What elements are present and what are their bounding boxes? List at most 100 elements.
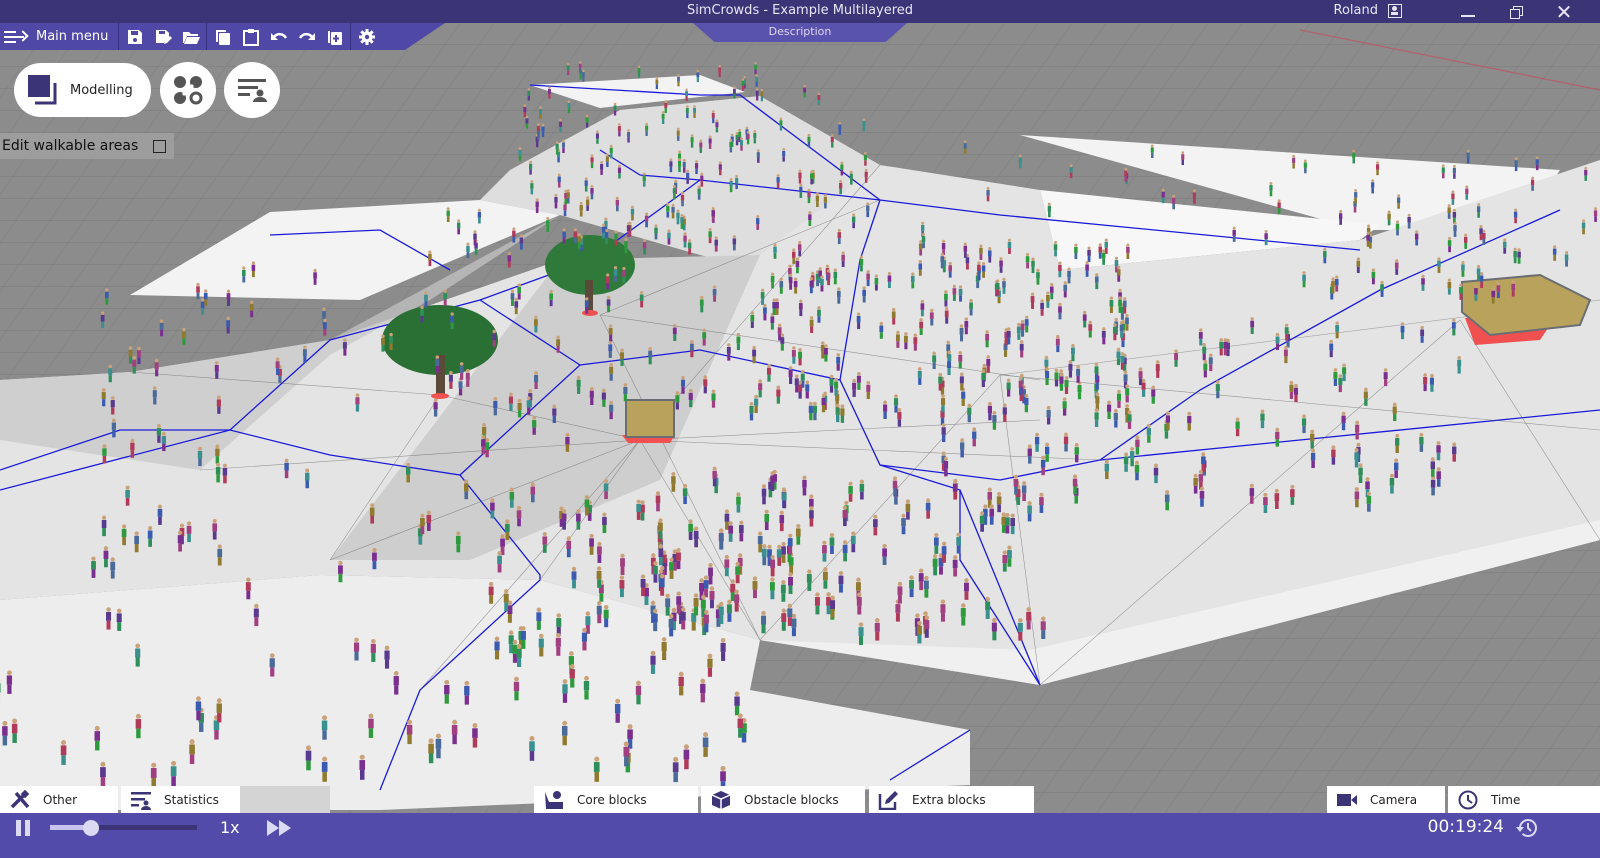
agent <box>729 138 733 153</box>
agent <box>1010 513 1015 535</box>
agent <box>882 543 887 565</box>
agent <box>874 274 879 291</box>
agent <box>754 62 757 75</box>
agent <box>807 133 811 148</box>
agent <box>581 627 588 651</box>
paste-button[interactable] <box>241 27 260 46</box>
description-tab[interactable]: Description <box>693 23 907 42</box>
tab-core-blocks[interactable]: Core blocks <box>534 786 698 813</box>
agent <box>1109 296 1114 314</box>
agent <box>792 248 796 264</box>
modelling-mode-button[interactable]: Modelling <box>14 63 151 117</box>
agent <box>1087 246 1091 262</box>
duplicate-button[interactable] <box>325 27 344 46</box>
redo-button[interactable] <box>297 27 316 46</box>
agent <box>1358 463 1363 484</box>
agent <box>683 744 690 770</box>
agent <box>557 173 561 188</box>
sandbag-obstacle <box>622 399 675 443</box>
tab-camera[interactable]: Camera <box>1327 786 1445 813</box>
save-button[interactable] <box>125 27 144 46</box>
edit-walkable-areas-toggle[interactable]: Edit walkable areas <box>0 133 174 159</box>
elapsed-time: 00:19:24 <box>1427 817 1504 837</box>
tab-obstacle-blocks[interactable]: Obstacle blocks <box>701 786 865 813</box>
agent <box>793 277 798 294</box>
agent <box>121 524 127 546</box>
agent <box>729 177 733 193</box>
graph-mode-button[interactable] <box>160 62 216 118</box>
agent <box>719 528 724 550</box>
agent <box>1104 459 1110 480</box>
agent <box>1155 360 1160 378</box>
agent <box>1085 261 1089 277</box>
close-button[interactable]: ✕ <box>1544 0 1584 24</box>
agent <box>443 289 448 306</box>
agent <box>444 679 450 704</box>
user-account[interactable]: Roland <box>1334 3 1402 18</box>
agent <box>952 555 958 577</box>
tab-time[interactable]: Time <box>1448 786 1600 813</box>
agent <box>1005 512 1010 534</box>
edit-walkable-checkbox[interactable] <box>153 140 166 153</box>
agent <box>795 523 801 545</box>
tab-statistics-label: Statistics <box>164 792 219 807</box>
agent <box>1134 460 1140 481</box>
settings-button[interactable] <box>357 27 376 46</box>
agent <box>561 720 568 746</box>
agent <box>859 255 864 272</box>
agent <box>1187 411 1192 431</box>
agent <box>1463 233 1468 249</box>
agent <box>602 512 607 534</box>
agent <box>960 438 965 458</box>
agent <box>938 372 943 391</box>
tab-spacer <box>240 786 330 813</box>
agent <box>477 208 482 224</box>
history-icon[interactable] <box>1516 817 1538 839</box>
agent <box>680 375 686 394</box>
agent <box>125 485 130 506</box>
agent <box>814 592 820 615</box>
fast-forward-button[interactable] <box>266 820 294 836</box>
tab-extra-blocks[interactable]: Extra blocks <box>869 786 1034 813</box>
agent <box>874 618 880 641</box>
main-menu-button[interactable]: Main menu <box>0 23 120 50</box>
agent <box>693 105 696 118</box>
agent <box>1466 149 1470 164</box>
minimize-button[interactable] <box>1448 0 1488 23</box>
restore-button[interactable] <box>1496 0 1536 23</box>
agent <box>1002 403 1007 422</box>
agent <box>925 498 931 519</box>
undo-button[interactable] <box>269 27 288 46</box>
copy-button[interactable] <box>213 27 232 46</box>
agent <box>497 551 502 573</box>
agent <box>1366 491 1372 512</box>
agent <box>829 533 835 554</box>
agent <box>735 174 739 190</box>
agent <box>999 257 1003 273</box>
agent <box>838 570 844 593</box>
agent <box>943 456 949 477</box>
agent <box>1113 408 1118 428</box>
agent <box>582 69 585 82</box>
speed-slider[interactable] <box>50 820 197 836</box>
edit-pencil-icon <box>878 790 898 810</box>
agent <box>699 295 704 313</box>
agent <box>106 607 112 630</box>
agent <box>636 499 641 520</box>
simulation-viewport[interactable] <box>0 0 1600 858</box>
open-button[interactable] <box>181 27 200 46</box>
agent <box>682 158 686 173</box>
speed-slider-thumb[interactable] <box>83 820 100 836</box>
save-as-button[interactable] <box>153 27 172 46</box>
agent <box>1451 318 1456 336</box>
agent <box>858 622 864 645</box>
agent <box>1334 275 1339 292</box>
agent <box>1496 281 1501 299</box>
agent <box>595 130 599 144</box>
agent <box>596 566 602 588</box>
agent <box>605 153 609 168</box>
tab-other[interactable]: Other <box>0 786 118 813</box>
agents-list-mode-button[interactable] <box>224 62 280 118</box>
tab-statistics[interactable]: Statistics <box>121 786 240 813</box>
pause-button[interactable] <box>15 820 33 836</box>
